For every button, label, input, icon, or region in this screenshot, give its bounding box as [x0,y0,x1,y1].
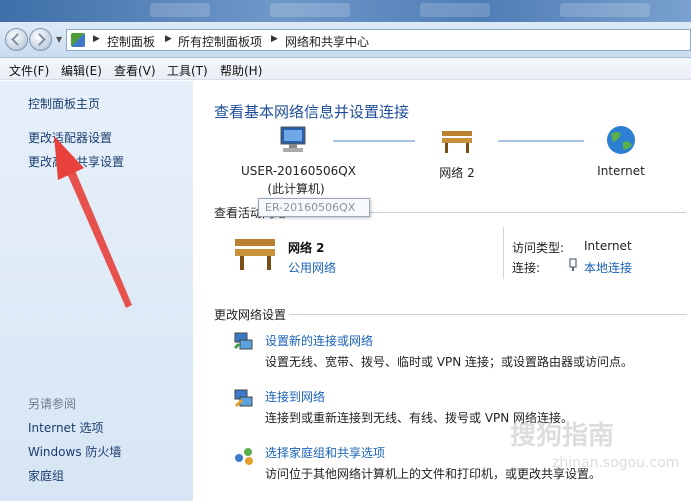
taskbar-strip [0,0,691,22]
connection-label: 连接: [512,261,541,275]
vertical-divider [503,227,504,279]
menu-tools[interactable]: 工具(T) [167,62,208,79]
connect-network-icon [234,389,253,408]
active-network-bench-icon[interactable] [233,233,279,273]
network-node-label: 网络 2 [439,166,475,180]
main-panel: 查看基本网络信息并设置连接 USER-20160506QX (此计算机) 网络 … [193,81,691,501]
menu-edit[interactable]: 编辑(E) [61,62,102,79]
change-settings-heading: 更改网络设置 [214,308,287,322]
setup-connection-desc: 设置无线、宽带、拨号、临时或 VPN 连接；或设置路由器或访问点。 [265,355,634,369]
breadcrumb-all-items[interactable]: 所有控制面板项 [178,33,262,50]
connection-line [333,140,415,142]
menu-bar: 文件(F) 编辑(E) 查看(V) 工具(T) 帮助(H) [0,58,691,80]
breadcrumb-chevron-icon[interactable]: ▶ [165,34,172,44]
breadcrumb-control-panel[interactable]: 控制面板 [107,33,155,50]
taskbar-blob [560,3,650,17]
ethernet-icon [569,258,577,271]
computer-sub-label: (此计算机) [267,182,325,196]
homegroup-sharing-link[interactable]: 选择家庭组和共享选项 [265,444,385,461]
homegroup-sharing-desc: 访问位于其他网络计算机上的文件和打印机，或更改共享设置。 [265,467,602,481]
connect-to-network-link[interactable]: 连接到网络 [265,388,325,405]
see-also-heading: 另请参阅 [28,397,77,411]
internet-node-label: Internet [597,164,645,178]
menu-view[interactable]: 查看(V) [114,62,156,79]
access-type-label: 访问类型: [512,241,565,255]
control-panel-icon [71,33,85,47]
address-row: ▼ ▶ 控制面板 ▶ 所有控制面板项 ▶ 网络和共享中心 [0,22,691,58]
network-type-link[interactable]: 公用网络 [288,259,336,276]
menu-help[interactable]: 帮助(H) [220,62,262,79]
active-network-name: 网络 2 [288,241,325,255]
breadcrumb-network-center[interactable]: 网络和共享中心 [285,33,369,50]
local-connection-link[interactable]: 本地连接 [584,259,632,276]
page-title: 查看基本网络信息并设置连接 [214,103,410,121]
address-bar[interactable]: ▶ 控制面板 ▶ 所有控制面板项 ▶ 网络和共享中心 [66,29,691,51]
sidebar-homegroup[interactable]: 家庭组 [28,467,64,484]
homegroup-icon [235,448,253,465]
taskbar-blob [420,3,490,17]
breadcrumb-chevron-icon[interactable]: ▶ [93,34,100,44]
annotation-arrow-icon [54,136,132,308]
menu-file[interactable]: 文件(F) [9,62,49,79]
watermark: 搜狗指南 [510,421,615,451]
internet-globe-icon[interactable] [605,124,637,156]
section-divider [289,314,687,315]
access-type-value: Internet [584,239,632,253]
recent-pages-dropdown-icon[interactable]: ▼ [56,35,62,44]
setup-connection-link[interactable]: 设置新的连接或网络 [265,332,373,349]
sidebar-internet-options[interactable]: Internet 选项 [28,419,103,436]
taskbar-blob [270,3,350,17]
sidebar-windows-firewall[interactable]: Windows 防火墙 [28,443,121,460]
connection-line [498,140,584,142]
computer-name-tooltip: ER-20160506QX [258,198,370,217]
computer-icon[interactable] [278,125,310,155]
watermark-url: zhinan.sogou.com [552,455,680,471]
sidebar-control-panel-home[interactable]: 控制面板主页 [28,95,100,112]
forward-button[interactable] [29,28,52,51]
network-bench-icon[interactable] [440,127,474,155]
back-button[interactable] [5,28,28,51]
new-connection-icon [233,332,253,350]
computer-name-label: USER-20160506QX [241,164,356,178]
taskbar-blob [150,3,210,17]
breadcrumb-chevron-icon[interactable]: ▶ [271,34,278,44]
